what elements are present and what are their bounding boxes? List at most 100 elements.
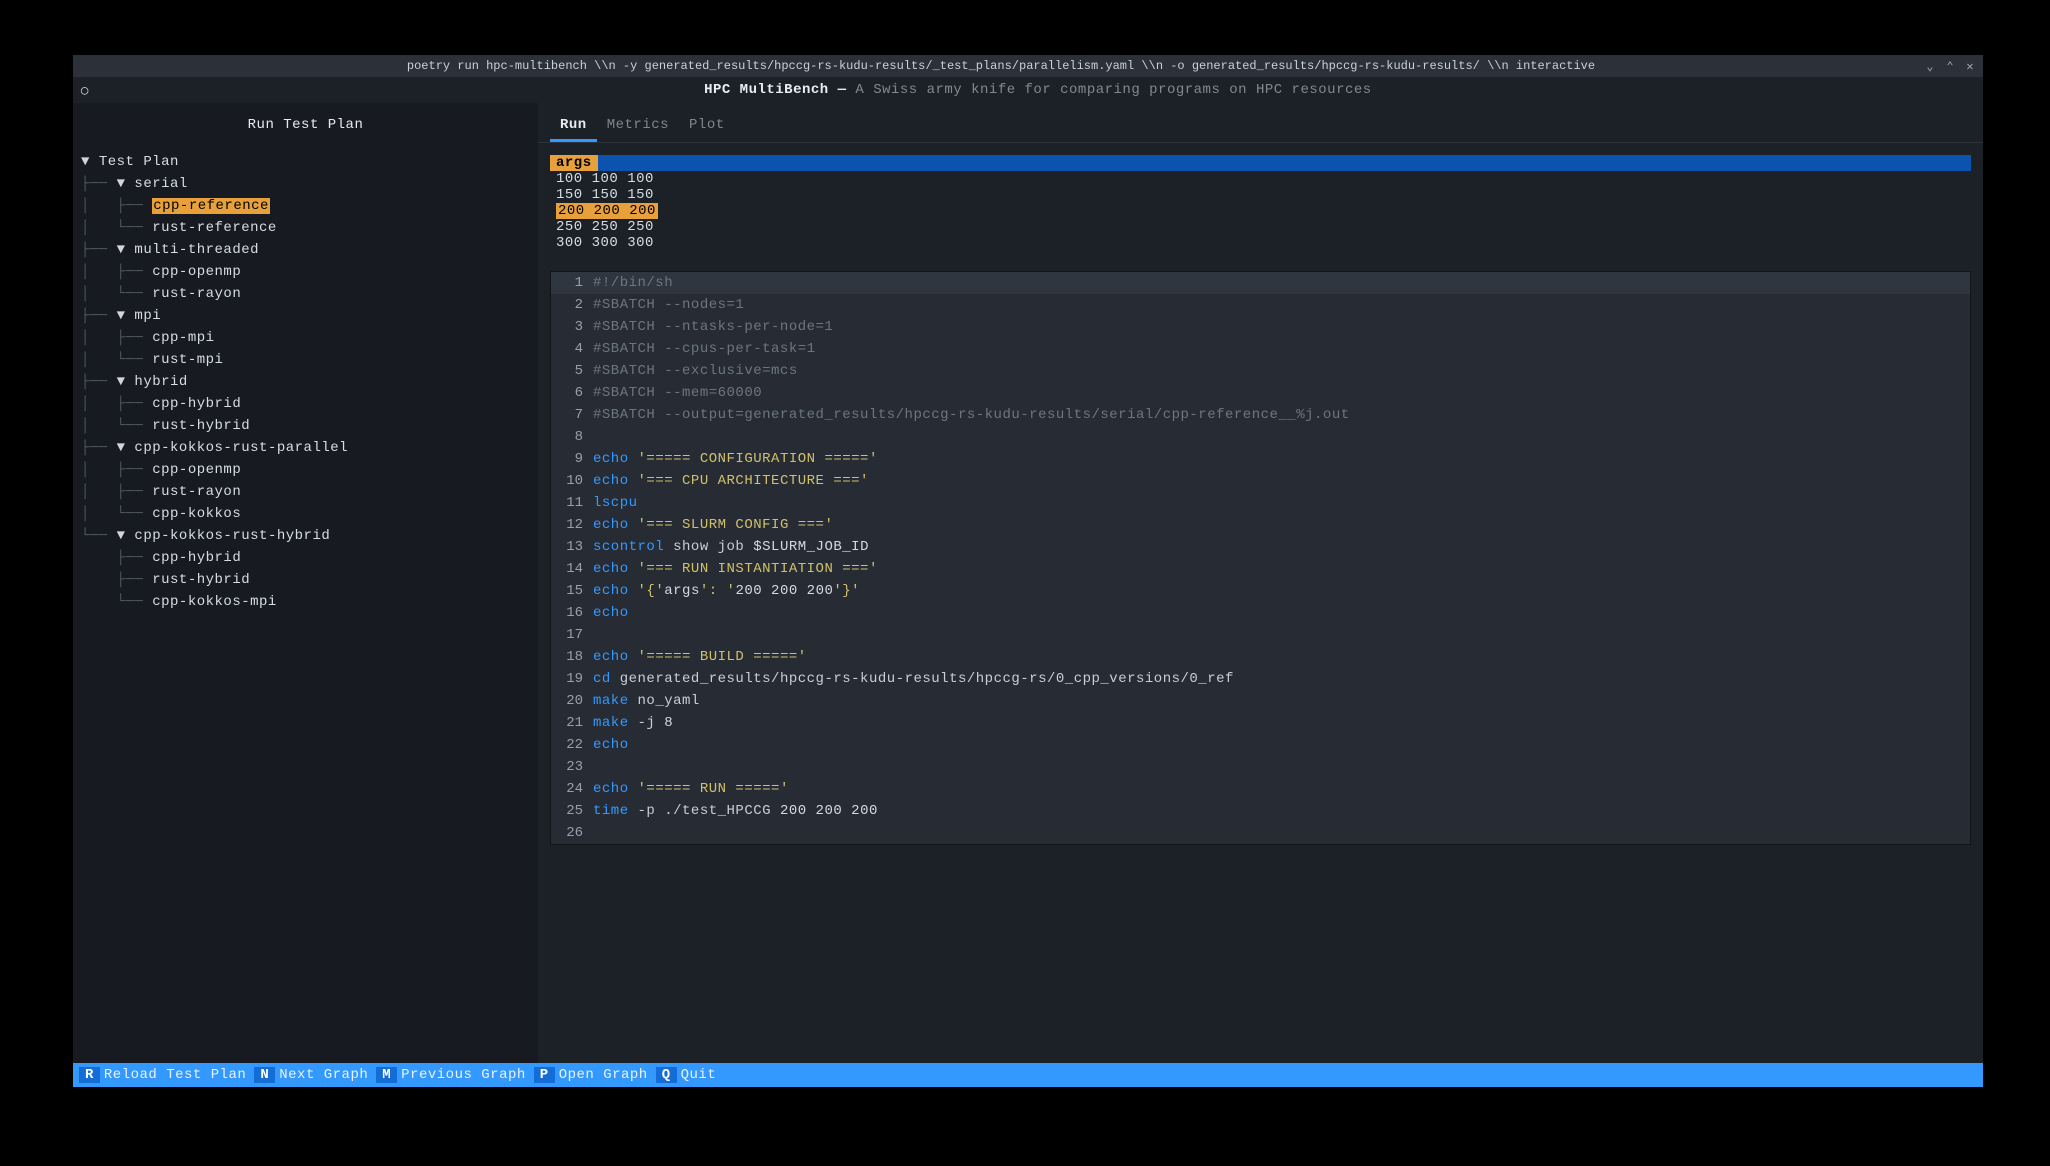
code-line: echo xyxy=(593,602,629,624)
gutter: 6 xyxy=(551,382,593,404)
gutter: 1 xyxy=(551,272,593,294)
shortcut-key-N[interactable]: N xyxy=(254,1067,275,1083)
gutter: 10 xyxy=(551,470,593,492)
code-line: echo '=== SLURM CONFIG ===' xyxy=(593,514,833,536)
args-row[interactable]: 200 200 200 xyxy=(550,203,1971,219)
minimize-icon[interactable]: ⌄ xyxy=(1923,59,1937,74)
header-row: ◯ HPC MultiBench — A Swiss army knife fo… xyxy=(73,77,1983,103)
tree-item-rust-hybrid[interactable]: │ └── rust-hybrid xyxy=(81,415,538,437)
app-window: poetry run hpc-multibench \\n -y generat… xyxy=(72,54,1984,1088)
code-line: echo '===== BUILD =====' xyxy=(593,646,807,668)
tree-group-hybrid[interactable]: ├── ▼ hybrid xyxy=(81,371,538,393)
gutter: 26 xyxy=(551,822,593,844)
tree-item-rust-hybrid[interactable]: ├── rust-hybrid xyxy=(81,569,538,591)
shortcut-label: Quit xyxy=(681,1067,725,1083)
window-title: poetry run hpc-multibench \\n -y generat… xyxy=(79,59,1923,73)
gutter: 11 xyxy=(551,492,593,514)
tree-group-multi-threaded[interactable]: ├── ▼ multi-threaded xyxy=(81,239,538,261)
tab-run[interactable]: Run xyxy=(550,117,597,142)
args-panel: args 100 100 100150 150 150200 200 20025… xyxy=(538,143,1983,251)
shortcut-key-M[interactable]: M xyxy=(376,1067,397,1083)
gutter: 25 xyxy=(551,800,593,822)
status-bar: RReload Test PlanNNext GraphMPrevious Gr… xyxy=(73,1063,1983,1087)
gutter: 24 xyxy=(551,778,593,800)
close-icon[interactable]: ✕ xyxy=(1963,59,1977,74)
shortcut-key-P[interactable]: P xyxy=(534,1067,555,1083)
gutter: 13 xyxy=(551,536,593,558)
tree-item-rust-rayon[interactable]: │ └── rust-rayon xyxy=(81,283,538,305)
code-line: time -p ./test_HPCCG 200 200 200 xyxy=(593,800,878,822)
code-line: #SBATCH --cpus-per-task=1 xyxy=(593,338,816,360)
gutter: 7 xyxy=(551,404,593,426)
tree-group-cpp-kokkos-rust-hybrid[interactable]: └── ▼ cpp-kokkos-rust-hybrid xyxy=(81,525,538,547)
shortcut-label: Open Graph xyxy=(559,1067,656,1083)
args-header-label: args xyxy=(550,155,598,171)
maximize-icon[interactable]: ⌃ xyxy=(1943,59,1957,74)
tree-group-serial[interactable]: ├── ▼ serial xyxy=(81,173,538,195)
tree-item-cpp-reference[interactable]: │ ├── cpp-reference xyxy=(81,195,538,217)
tabs: RunMetricsPlot xyxy=(538,103,1983,143)
shortcut-label: Next Graph xyxy=(279,1067,376,1083)
tree-item-cpp-kokkos[interactable]: │ └── cpp-kokkos xyxy=(81,503,538,525)
tree-item-rust-mpi[interactable]: │ └── rust-mpi xyxy=(81,349,538,371)
test-plan-tree[interactable]: ▼ Test Plan├── ▼ serial│ ├── cpp-referen… xyxy=(73,147,538,613)
shortcut-key-Q[interactable]: Q xyxy=(656,1067,677,1083)
args-row[interactable]: 150 150 150 xyxy=(550,187,1971,203)
tree-group-mpi[interactable]: ├── ▼ mpi xyxy=(81,305,538,327)
tree-group-cpp-kokkos-rust-parallel[interactable]: ├── ▼ cpp-kokkos-rust-parallel xyxy=(81,437,538,459)
gutter: 12 xyxy=(551,514,593,536)
tree-item-cpp-mpi[interactable]: │ ├── cpp-mpi xyxy=(81,327,538,349)
args-row[interactable]: 300 300 300 xyxy=(550,235,1971,251)
gutter: 9 xyxy=(551,448,593,470)
app-name: HPC MultiBench — xyxy=(704,82,846,98)
tree-item-cpp-openmp[interactable]: │ ├── cpp-openmp xyxy=(81,261,538,283)
code-line: #SBATCH --exclusive=mcs xyxy=(593,360,798,382)
code-line: scontrol show job $SLURM_JOB_ID xyxy=(593,536,869,558)
gutter: 23 xyxy=(551,756,593,778)
args-header: args xyxy=(550,155,1971,171)
code-line: #!/bin/sh xyxy=(593,272,673,294)
code-line: #SBATCH --output=generated_results/hpccg… xyxy=(593,404,1350,426)
code-line: #SBATCH --mem=60000 xyxy=(593,382,762,404)
gutter: 8 xyxy=(551,426,593,448)
code-panel[interactable]: 1#!/bin/sh2#SBATCH --nodes=13#SBATCH --n… xyxy=(550,271,1971,845)
tree-item-cpp-hybrid[interactable]: ├── cpp-hybrid xyxy=(81,547,538,569)
gutter: 21 xyxy=(551,712,593,734)
gutter: 5 xyxy=(551,360,593,382)
gutter: 15 xyxy=(551,580,593,602)
gutter: 3 xyxy=(551,316,593,338)
gutter: 20 xyxy=(551,690,593,712)
sidebar: Run Test Plan ▼ Test Plan├── ▼ serial│ ├… xyxy=(73,103,538,1063)
tab-plot[interactable]: Plot xyxy=(679,117,735,142)
code-line: #SBATCH --nodes=1 xyxy=(593,294,744,316)
app-icon: ◯ xyxy=(81,83,89,98)
code-line: echo '===== RUN =====' xyxy=(593,778,789,800)
code-line: echo '===== CONFIGURATION =====' xyxy=(593,448,878,470)
code-line: echo '=== RUN INSTANTIATION ===' xyxy=(593,558,878,580)
tree-item-rust-rayon[interactable]: │ ├── rust-rayon xyxy=(81,481,538,503)
code-line: make no_yaml xyxy=(593,690,700,712)
args-row[interactable]: 100 100 100 xyxy=(550,171,1971,187)
code-line: lscpu xyxy=(593,492,638,514)
code-line: make -j 8 xyxy=(593,712,673,734)
code-line: #SBATCH --ntasks-per-node=1 xyxy=(593,316,833,338)
gutter: 18 xyxy=(551,646,593,668)
tree-item-cpp-hybrid[interactable]: │ ├── cpp-hybrid xyxy=(81,393,538,415)
tree-item-rust-reference[interactable]: │ └── rust-reference xyxy=(81,217,538,239)
gutter: 17 xyxy=(551,624,593,646)
shortcut-key-R[interactable]: R xyxy=(79,1067,100,1083)
app-tagline: A Swiss army knife for comparing program… xyxy=(855,82,1371,98)
tab-metrics[interactable]: Metrics xyxy=(597,117,679,142)
gutter: 19 xyxy=(551,668,593,690)
gutter: 14 xyxy=(551,558,593,580)
args-row[interactable]: 250 250 250 xyxy=(550,219,1971,235)
gutter: 16 xyxy=(551,602,593,624)
shortcut-label: Reload Test Plan xyxy=(104,1067,254,1083)
shortcut-label: Previous Graph xyxy=(401,1067,534,1083)
code-line: echo '=== CPU ARCHITECTURE ===' xyxy=(593,470,869,492)
gutter: 22 xyxy=(551,734,593,756)
tree-item-cpp-openmp[interactable]: │ ├── cpp-openmp xyxy=(81,459,538,481)
code-line: cd generated_results/hpccg-rs-kudu-resul… xyxy=(593,668,1234,690)
titlebar: poetry run hpc-multibench \\n -y generat… xyxy=(73,55,1983,77)
tree-item-cpp-kokkos-mpi[interactable]: └── cpp-kokkos-mpi xyxy=(81,591,538,613)
